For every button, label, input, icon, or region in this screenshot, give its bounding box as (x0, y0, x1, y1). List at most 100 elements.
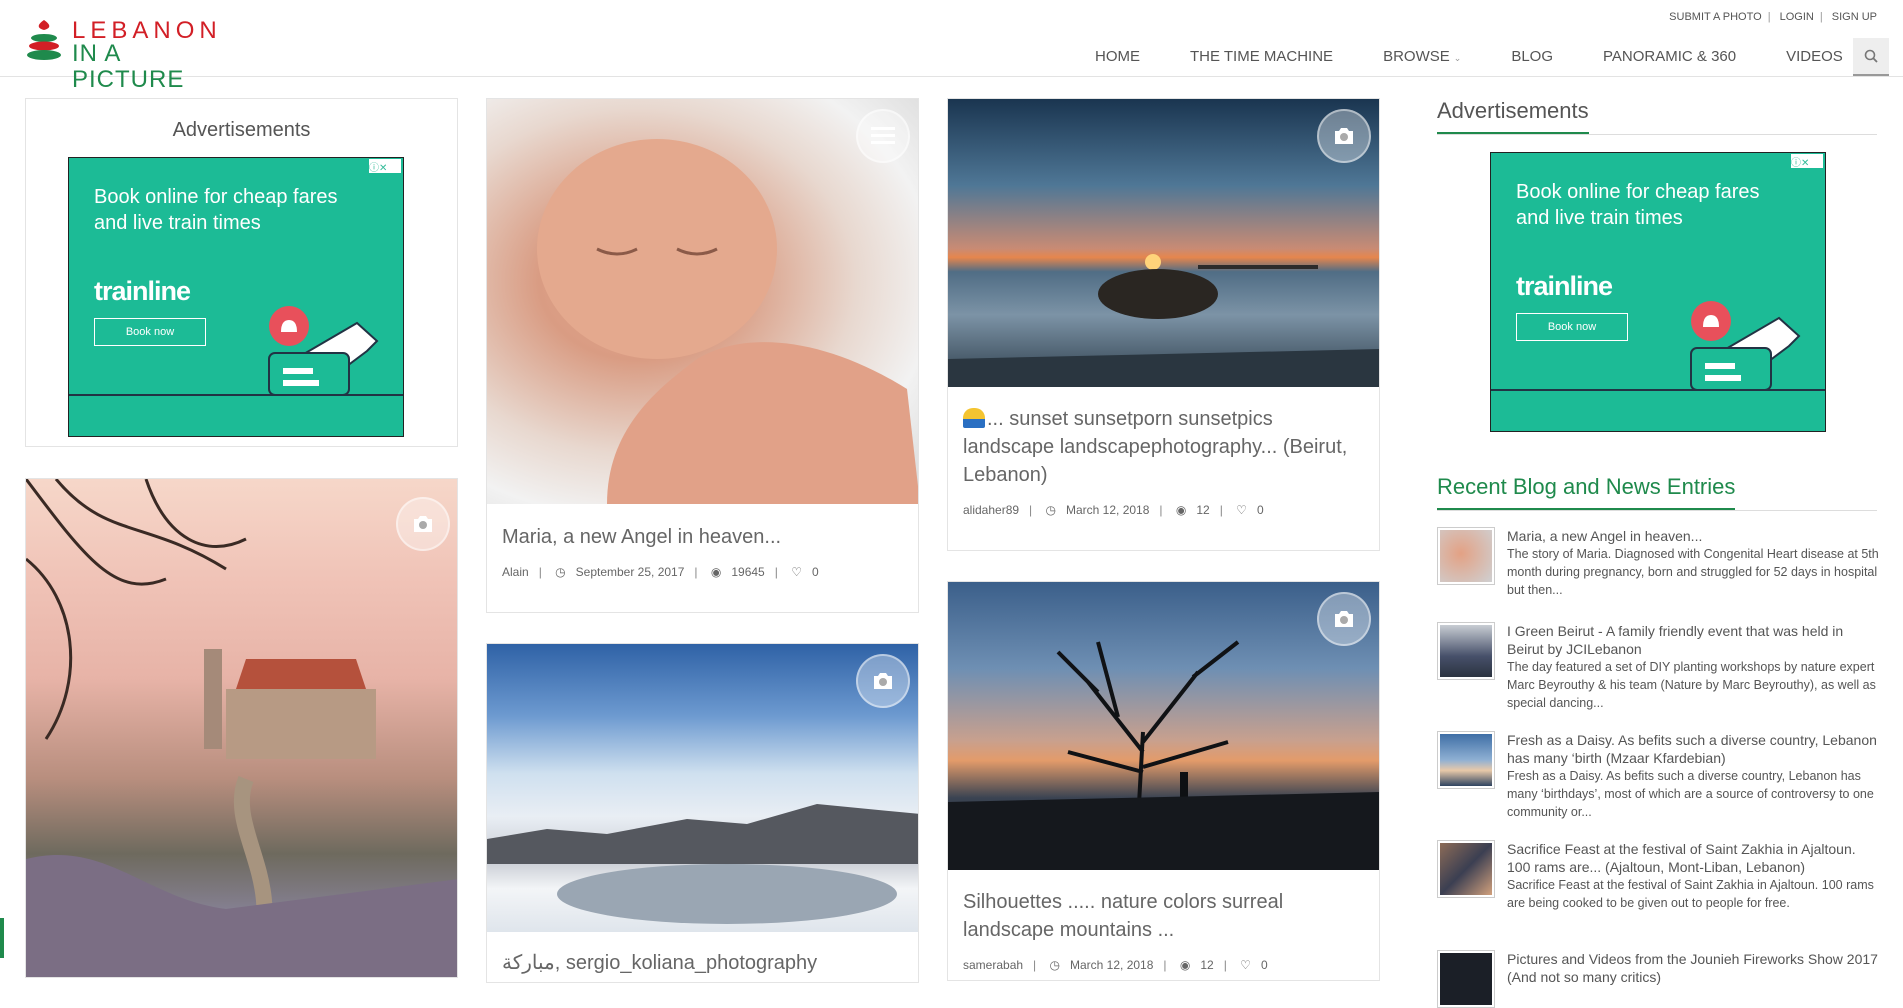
nav-panoramic[interactable]: PANORAMIC & 360 (1578, 38, 1761, 76)
nav-home[interactable]: HOME (1070, 38, 1165, 76)
divider (1437, 134, 1877, 135)
blog-title[interactable]: Fresh as a Daisy. As befits such a diver… (1507, 731, 1882, 767)
camera-icon (1317, 109, 1371, 163)
nav-browse-label: BROWSE (1383, 47, 1450, 65)
ad-choices-icon[interactable]: ⓘ✕ (1791, 154, 1823, 169)
heart-icon[interactable]: ♡ (1236, 503, 1247, 517)
view-count: 12 (1200, 958, 1214, 972)
ad-box: Advertisements ⓘ✕ Book online for cheap … (25, 98, 458, 447)
nav-videos[interactable]: VIDEOS (1761, 38, 1868, 76)
photo-snow[interactable] (487, 644, 918, 932)
snow-illustration (487, 804, 918, 924)
blog-title[interactable]: Sacrifice Feast at the festival of Saint… (1507, 840, 1882, 876)
divider: | (1159, 503, 1163, 517)
card-title[interactable]: Silhouettes ..... nature colors surreal … (963, 888, 1363, 944)
sidebar-trainline-ad[interactable]: ⓘ✕ Book online for cheap fares and live … (1490, 152, 1826, 432)
blog-desc: Sacrifice Feast at the festival of Saint… (1507, 878, 1874, 910)
search-icon (1864, 49, 1878, 63)
nav-blog[interactable]: BLOG (1486, 38, 1578, 76)
site-logo[interactable]: LEBANON IN A PICTURE (26, 18, 236, 93)
logo-mark-icon (27, 20, 61, 60)
ticket-icon (268, 306, 379, 396)
blog-title[interactable]: Maria, a new Angel in heaven... (1507, 527, 1882, 545)
photo-baby[interactable] (487, 99, 918, 504)
card-meta: alidaher89 | ◷ March 12, 2018 | ◉ 12 | ♡ 0 (963, 503, 1274, 517)
ad-choices-icon[interactable]: ⓘ✕ (369, 159, 401, 174)
ad-book-button[interactable]: Book now (94, 318, 206, 346)
card-title[interactable]: Maria, a new Angel in heaven... (502, 523, 902, 551)
ad-divider (1491, 389, 1825, 391)
ad-divider (69, 394, 403, 396)
ad-book-button[interactable]: Book now (1516, 313, 1628, 341)
divider: | (1767, 11, 1771, 23)
blog-thumbnail[interactable] (1437, 527, 1495, 585)
search-button[interactable] (1853, 38, 1889, 76)
main-nav: HOME THE TIME MACHINE BROWSE ⌄ BLOG PANOR… (1070, 38, 1868, 76)
blog-thumbnail[interactable] (1437, 840, 1495, 898)
photo-card-snow[interactable]: مباركة, sergio_koliana_photography (486, 643, 919, 983)
post-date: March 12, 2018 (1066, 503, 1150, 517)
clock-icon: ◷ (1049, 958, 1060, 972)
author-link[interactable]: samerabah (963, 958, 1023, 972)
card-title[interactable]: ... sunset sunsetporn sunsetpics landsca… (963, 405, 1368, 489)
site-header: LEBANON IN A PICTURE SUBMIT A PHOTO | LOG… (0, 0, 1903, 93)
signup-link[interactable]: SIGN UP (1832, 11, 1877, 23)
divider: | (1033, 958, 1037, 972)
view-count: 19645 (731, 565, 765, 579)
ad-brand: trainline (94, 276, 191, 306)
nav-time-machine[interactable]: THE TIME MACHINE (1165, 38, 1358, 76)
photo-sunset[interactable] (948, 99, 1379, 387)
baby-illustration (537, 139, 918, 504)
monastery-illustration (26, 479, 457, 977)
sunset-emoji-icon (963, 408, 985, 428)
sidebar-ads-heading: Advertisements (1437, 98, 1589, 134)
divider: | (1219, 503, 1223, 517)
photo-card-sunset[interactable]: ... sunset sunsetporn sunsetpics landsca… (947, 98, 1380, 551)
ads-heading: Advertisements (172, 119, 311, 141)
author-link[interactable]: alidaher89 (963, 503, 1019, 517)
like-count: 0 (1260, 958, 1268, 972)
nav-browse[interactable]: BROWSE ⌄ (1358, 38, 1486, 77)
divider: | (774, 565, 778, 579)
card-title[interactable]: مباركة, sergio_koliana_photography (502, 949, 902, 977)
divider (1437, 510, 1877, 511)
photo-silhouettes[interactable] (948, 582, 1379, 870)
post-date: September 25, 2017 (575, 565, 685, 579)
trainline-ad[interactable]: ⓘ✕ Book online for cheap fares and live … (68, 157, 404, 437)
blog-heading: Recent Blog and News Entries (1437, 474, 1736, 510)
blog-thumbnail[interactable] (1437, 731, 1495, 789)
photo-monastery[interactable] (26, 479, 457, 977)
author-link[interactable]: Alain (502, 565, 529, 579)
card-meta: Alain | ◷ September 25, 2017 | ◉ 19645 | ♡ 0 (502, 565, 829, 579)
photo-card-maria[interactable]: Maria, a new Angel in heaven... Alain | ◷… (486, 98, 919, 613)
blog-title[interactable]: Pictures and Videos from the Jounieh Fir… (1507, 950, 1882, 986)
ad-text: Book online for cheap fares and live tra… (94, 186, 338, 234)
camera-icon (1317, 592, 1371, 646)
blog-desc: The story of Maria. Diagnosed with Conge… (1507, 547, 1879, 597)
divider: | (538, 565, 542, 579)
submit-photo-link[interactable]: SUBMIT A PHOTO (1669, 11, 1762, 23)
photo-card-silhouettes[interactable]: Silhouettes ..... nature colors surreal … (947, 581, 1380, 981)
list-icon (856, 109, 910, 163)
blog-thumbnail[interactable] (1437, 950, 1495, 1008)
blog-thumbnail[interactable] (1437, 622, 1495, 680)
eye-icon: ◉ (1179, 958, 1191, 972)
blog-title[interactable]: I Green Beirut - A family friendly event… (1507, 622, 1882, 658)
blog-desc: Fresh as a Daisy. As befits such a diver… (1507, 769, 1874, 819)
card-meta: samerabah | ◷ March 12, 2018 | ◉ 12 | ♡ 0 (963, 958, 1278, 972)
eye-icon: ◉ (1175, 503, 1187, 517)
top-links: SUBMIT A PHOTO | LOGIN | SIGN UP (1663, 11, 1883, 23)
blog-section: Recent Blog and News Entries (1437, 474, 1877, 511)
feedback-tab[interactable] (0, 918, 4, 958)
tree-illustration (948, 640, 1379, 870)
login-link[interactable]: LOGIN (1780, 11, 1814, 23)
divider: | (1029, 503, 1033, 517)
heart-icon[interactable]: ♡ (791, 565, 802, 579)
ticket-icon (1690, 301, 1801, 391)
ad-brand: trainline (1516, 271, 1613, 301)
divider: | (694, 565, 698, 579)
sidebar: Advertisements (1437, 98, 1877, 135)
camera-icon (856, 654, 910, 708)
photo-card-monastery[interactable] (25, 478, 458, 978)
heart-icon[interactable]: ♡ (1240, 958, 1251, 972)
